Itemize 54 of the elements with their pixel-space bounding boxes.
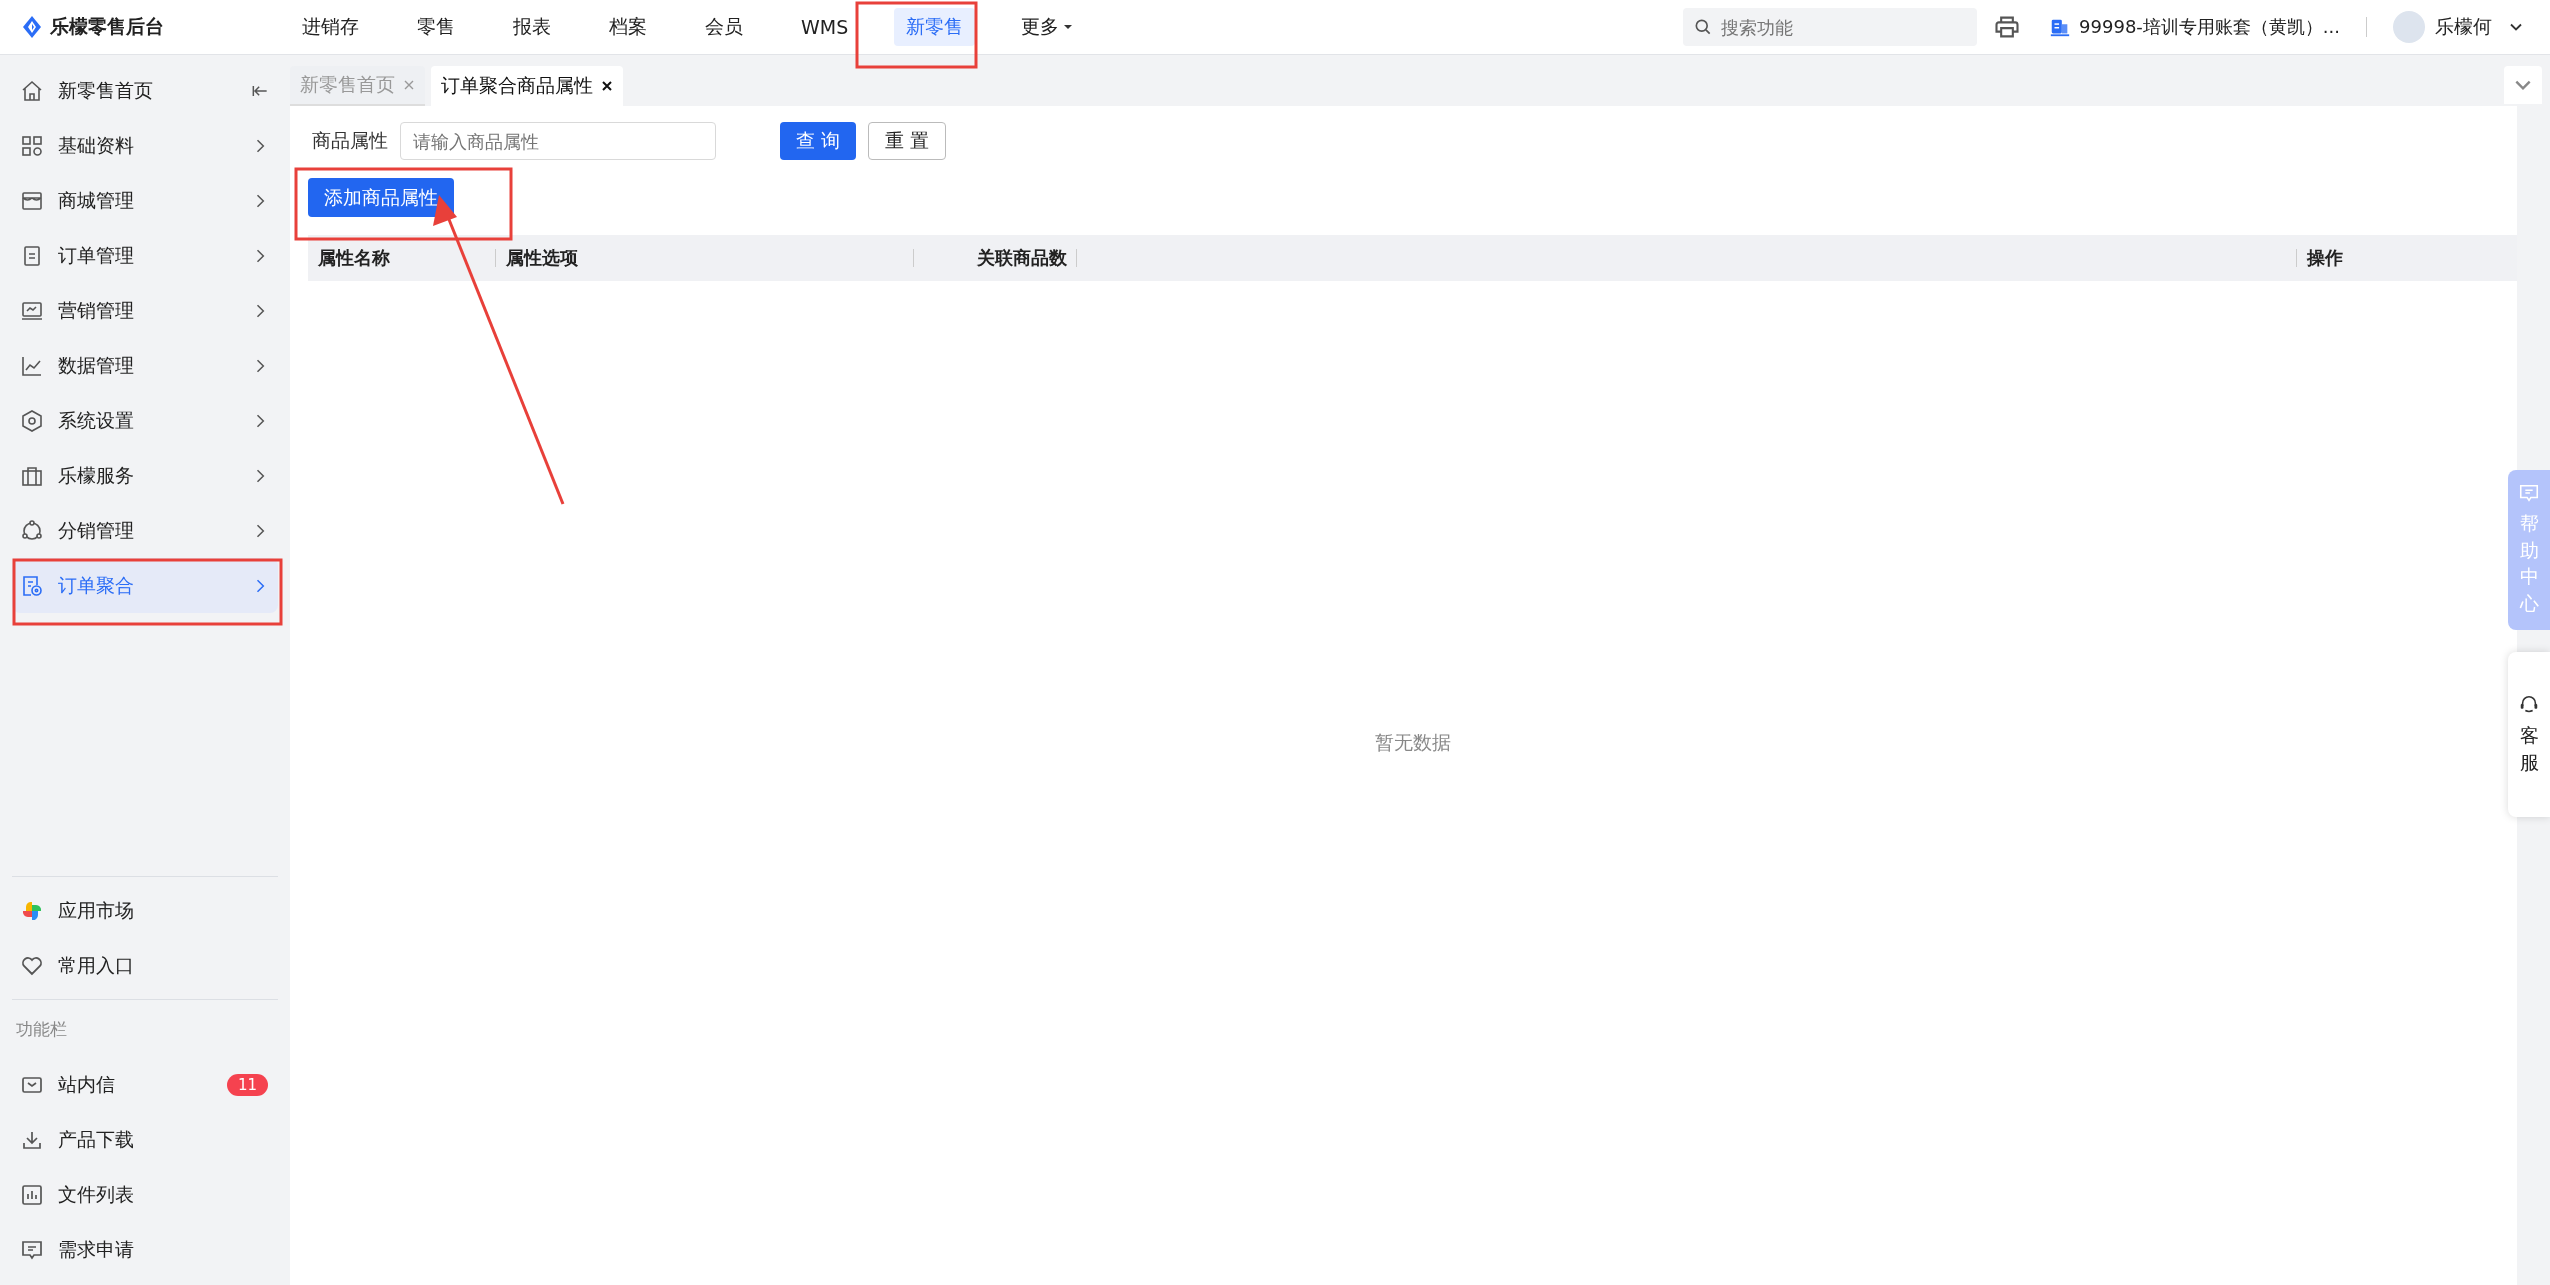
chat-icon	[2518, 482, 2540, 504]
sidebar-item[interactable]: 基础资料	[12, 118, 278, 173]
attribute-input[interactable]: 请输入商品属性	[400, 122, 716, 160]
page-tab[interactable]: 订单聚合商品属性	[431, 66, 623, 106]
sidebar-link[interactable]: 应用市场	[12, 883, 278, 938]
sidebar-link[interactable]: 常用入口	[12, 938, 278, 993]
nav-tab[interactable]: 零售	[405, 8, 467, 46]
nav-tab[interactable]: 报表	[501, 8, 563, 46]
unread-count-badge: 11	[226, 1073, 268, 1096]
chevron-down-icon	[2515, 80, 2531, 90]
sidebar-link[interactable]: 产品下载	[12, 1112, 278, 1167]
column-header: 关联商品数	[977, 246, 1067, 270]
user-name[interactable]: 乐檬何	[2435, 14, 2492, 40]
nav-tab[interactable]: 进销存	[290, 8, 371, 46]
column-header: 属性选项	[506, 246, 578, 270]
menu-item-icon	[20, 408, 44, 433]
filter-label: 商品属性	[311, 128, 388, 153]
search-field[interactable]: 搜索功能	[1683, 8, 1978, 46]
empty-state-text: 暂无数据	[1374, 730, 1451, 755]
nav-tab[interactable]: 会员	[693, 8, 755, 46]
sidebar-link[interactable]: 文件列表	[12, 1167, 278, 1222]
tabs-dropdown-button[interactable]	[2504, 66, 2542, 104]
home-icon	[20, 78, 44, 103]
account-name[interactable]: 99998-培训专用账套（黄凯）...	[2079, 15, 2340, 39]
nav-tab[interactable]: 更多	[1009, 8, 1086, 46]
customer-service-tab[interactable]: 客服	[2508, 652, 2550, 817]
sidebar-item[interactable]: 分销管理	[12, 503, 278, 558]
function-icon	[20, 1182, 44, 1207]
menu-item-icon	[20, 518, 44, 543]
column-header: 操作	[2307, 246, 2343, 270]
nav-tab[interactable]: 档案	[597, 8, 659, 46]
column-header: 属性名称	[318, 246, 390, 270]
nav-tab[interactable]: 新零售	[894, 8, 976, 46]
reset-button[interactable]: 重 置	[868, 122, 947, 160]
sidebar-item[interactable]: 数据管理	[12, 338, 278, 393]
sidebar-item[interactable]: 营销管理	[12, 283, 278, 338]
add-attribute-button[interactable]: 添加商品属性	[308, 178, 454, 217]
sidebar-item[interactable]: 订单聚合	[12, 558, 278, 613]
close-icon[interactable]	[601, 80, 613, 92]
sidebar-link[interactable]: 需求申请	[12, 1222, 278, 1277]
section-label: 功能栏	[15, 1018, 68, 1041]
sidebar-item[interactable]: 商城管理	[12, 173, 278, 228]
search-button[interactable]: 查 询	[780, 122, 857, 160]
app-title: 乐檬零售后台	[50, 14, 164, 39]
logo-icon	[20, 15, 44, 39]
sidebar-item[interactable]: 乐檬服务	[12, 448, 278, 503]
menu-item-icon	[20, 133, 44, 158]
menu-item-icon	[20, 573, 44, 598]
sidebar-link[interactable]: 站内信 11	[12, 1057, 278, 1112]
sidebar-item[interactable]: 订单管理	[12, 228, 278, 283]
sidebar-item[interactable]: 系统设置	[12, 393, 278, 448]
nav-tab[interactable]: WMS	[789, 10, 861, 44]
sidebar-home[interactable]: 新零售首页	[12, 63, 278, 118]
caret-icon	[1063, 24, 1074, 30]
